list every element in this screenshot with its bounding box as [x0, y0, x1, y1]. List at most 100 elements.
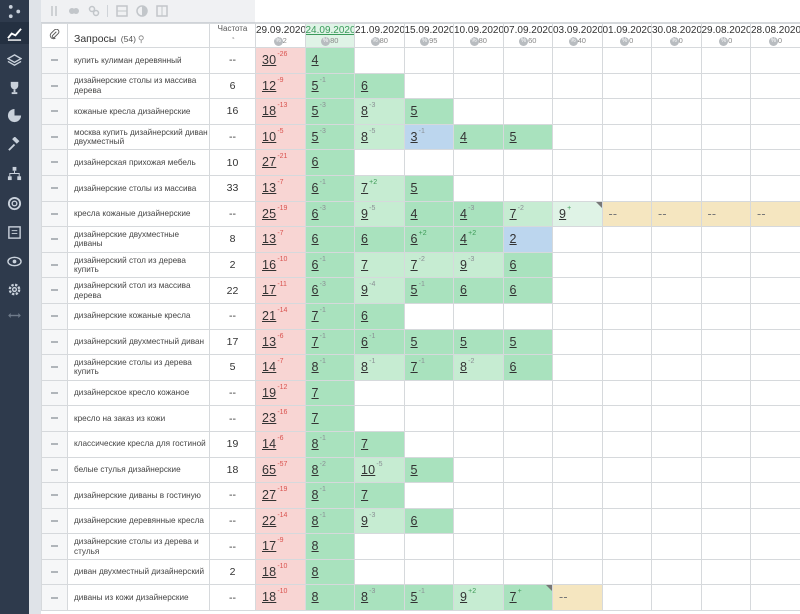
position-cell[interactable]: 8-1 — [304, 482, 355, 509]
position-cell[interactable]: 8-1 — [354, 354, 405, 381]
table-row[interactable]: дизайнерский стол из дерева купить 2 16-10… — [41, 251, 800, 279]
table-row[interactable]: дизайнерский стол из массива дерева 22 17-… — [41, 277, 800, 304]
position-cell[interactable]: 8-3 — [354, 98, 405, 125]
position-cell[interactable]: 18-10 — [255, 558, 306, 586]
table-row[interactable]: дизайнерские двухместные диваны 8 13-7 6 6 6+… — [41, 226, 800, 253]
date-column-header[interactable]: 28.08.2020% 0 — [750, 23, 800, 48]
query-cell[interactable]: дизайнерские столы из дерева и стулья — [67, 533, 210, 560]
position-cell[interactable]: 7 — [304, 405, 355, 432]
query-cell[interactable]: классические кресла для гостиной — [67, 430, 210, 458]
position-cell[interactable]: 6-3 — [304, 200, 355, 228]
row-handle[interactable] — [41, 507, 68, 535]
row-handle[interactable] — [41, 405, 68, 432]
position-cell[interactable]: 65-57 — [255, 456, 306, 484]
query-cell[interactable]: дизайнерские кожаные кресла — [67, 302, 210, 330]
position-cell[interactable]: 27-21 — [255, 149, 306, 176]
query-cell[interactable]: белые стулья дизайнерские — [67, 456, 210, 484]
position-cell[interactable]: 5 — [403, 328, 454, 356]
date-column-header[interactable]: 29.09.2020% 2 — [255, 23, 306, 48]
row-handle[interactable] — [41, 456, 68, 484]
query-cell[interactable]: дизайнерские столы из массива дерева — [67, 72, 210, 100]
columns-icon[interactable] — [155, 5, 168, 18]
table-row[interactable]: дизайнерские деревянные кресла -- 22-14 8-1… — [41, 507, 800, 535]
query-cell[interactable]: дизайнерские столы из дерева купить — [67, 354, 210, 381]
query-cell[interactable]: купить кулиман деревянный — [67, 47, 210, 74]
position-cell[interactable]: 9-5 — [354, 200, 405, 228]
position-cell[interactable]: 5 — [502, 328, 553, 356]
query-cell[interactable]: дизайнерские деревянные кресла — [67, 507, 210, 535]
row-handle[interactable] — [41, 558, 68, 586]
position-cell[interactable]: -- — [700, 200, 751, 228]
position-cell[interactable]: 14-6 — [255, 430, 306, 458]
position-cell[interactable]: 8-1 — [304, 354, 355, 381]
position-cell[interactable]: 8 — [304, 558, 355, 586]
query-cell[interactable]: кресло на заказ из кожи — [67, 405, 210, 432]
date-column-header[interactable]: 15.09.2020% 95 — [403, 23, 454, 48]
position-cell[interactable]: 8-1 — [304, 430, 355, 458]
position-cell[interactable]: 19-12 — [255, 379, 306, 407]
position-cell[interactable]: 7 — [304, 379, 355, 407]
layers-icon[interactable] — [0, 49, 29, 71]
position-cell[interactable]: 8 — [304, 584, 355, 612]
position-cell[interactable]: 10-5 — [354, 456, 405, 484]
position-cell[interactable]: 6 — [502, 277, 553, 304]
position-cell[interactable]: 5 — [403, 98, 454, 125]
position-cell[interactable]: 30-26 — [255, 47, 306, 74]
position-cell[interactable]: 6+2 — [403, 226, 454, 253]
link-icon[interactable] — [87, 5, 100, 18]
query-cell[interactable]: диваны из кожи дизайнерские — [67, 584, 210, 612]
position-cell[interactable]: 6 — [354, 72, 405, 100]
position-cell[interactable]: -- — [651, 200, 702, 228]
position-cell[interactable]: 7 — [354, 251, 405, 279]
position-cell[interactable]: 5 — [502, 123, 553, 151]
eye-icon[interactable] — [0, 250, 29, 272]
position-cell[interactable]: 10-5 — [255, 123, 306, 151]
pie-chart-icon[interactable] — [0, 104, 29, 126]
position-cell[interactable]: 5-3 — [304, 98, 355, 125]
row-handle[interactable] — [41, 226, 68, 253]
row-handle[interactable] — [41, 251, 68, 279]
date-column-header[interactable]: 24.09.2020% 80 — [304, 23, 355, 48]
date-column-header[interactable]: 07.09.2020% 60 — [502, 23, 553, 48]
position-cell[interactable]: 4-3 — [453, 200, 504, 228]
table-row[interactable]: дизайнерский двухместный диван 17 13-6 7-1 6… — [41, 328, 800, 356]
sitemap-icon[interactable] — [0, 162, 29, 184]
query-cell[interactable]: дизайнерский двухместный диван — [67, 328, 210, 356]
position-cell[interactable]: 6 — [354, 302, 405, 330]
row-handle[interactable] — [41, 430, 68, 458]
table-row[interactable]: кожаные кресла дизайнерские 16 18-13 5-3 8-3… — [41, 98, 800, 125]
position-cell[interactable]: 21-14 — [255, 302, 306, 330]
position-cell[interactable]: 23-16 — [255, 405, 306, 432]
gavel-icon[interactable] — [0, 133, 29, 155]
position-cell[interactable]: 5-1 — [403, 277, 454, 304]
position-cell[interactable]: 14-7 — [255, 354, 306, 381]
position-cell[interactable]: 7 — [354, 482, 405, 509]
date-column-header[interactable]: 29.08.2020% 0 — [700, 23, 751, 48]
position-cell[interactable]: 16-10 — [255, 251, 306, 279]
query-cell[interactable]: дизайнерские диваны в гостиную — [67, 482, 210, 509]
position-cell[interactable]: 5 — [403, 174, 454, 202]
position-cell[interactable]: 6-1 — [304, 251, 355, 279]
position-cell[interactable]: 9-4 — [354, 277, 405, 304]
table-row[interactable]: дизайнерские диваны в гостиную -- 27-19 8-1… — [41, 482, 800, 509]
query-cell[interactable]: кресла кожаные дизайнерские — [67, 200, 210, 228]
chart-icon[interactable] — [0, 22, 29, 44]
gear-icon[interactable] — [0, 278, 29, 300]
query-cell[interactable]: дизайнерское кресло кожаное — [67, 379, 210, 407]
frequency-settings-icon[interactable]: ◔ — [211, 34, 255, 43]
row-handle[interactable] — [41, 482, 68, 509]
row-handle[interactable] — [41, 328, 68, 356]
table-row[interactable]: кресло на заказ из кожи -- 23-16 7 — [41, 405, 800, 432]
table-row[interactable]: дизайнерские столы из дерева и стулья -- 1… — [41, 533, 800, 560]
position-cell[interactable]: 2 — [502, 226, 553, 253]
position-cell[interactable]: -- — [750, 200, 800, 228]
position-cell[interactable]: 8-2 — [453, 354, 504, 381]
position-cell[interactable]: 13-7 — [255, 226, 306, 253]
query-cell[interactable]: москва купить дизайнерский диван двухмес… — [67, 123, 210, 151]
position-cell[interactable]: 17-9 — [255, 533, 306, 560]
frequency-header[interactable]: Частота ◔ — [209, 23, 256, 48]
position-cell[interactable]: 6 — [502, 251, 553, 279]
report-icon[interactable] — [0, 221, 29, 243]
position-cell[interactable]: 13-7 — [255, 174, 306, 202]
table-row[interactable]: москва купить дизайнерский диван двухмес… — [41, 123, 800, 151]
